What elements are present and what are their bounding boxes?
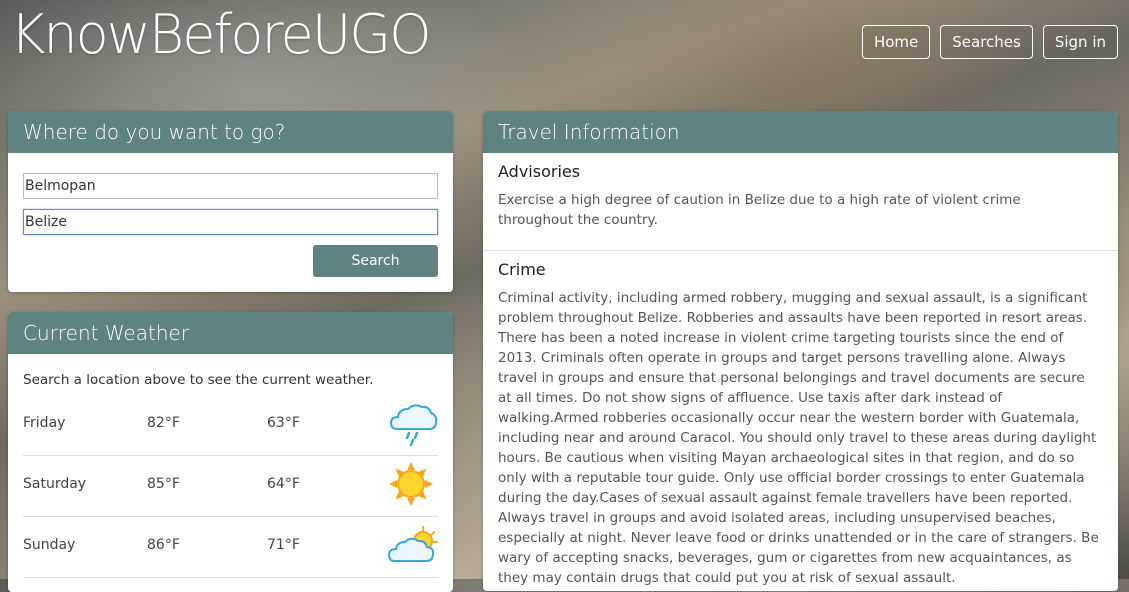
weather-panel: Current Weather Search a location above … [8,312,453,592]
advisories-heading: Advisories [498,162,581,181]
forecast-row: Friday 82°F 63°F [23,395,438,456]
search-panel: Where do you want to go? Belmopan Belize… [8,111,453,292]
forecast-day: Sunday [23,537,76,553]
forecast-high: 86°F [147,537,180,553]
brand-logo[interactable]: KnowBeforeUGO [10,0,432,70]
section-divider [483,250,1118,251]
top-nav: Home Searches Sign in [861,25,1118,59]
search-panel-title: Where do you want to go? [8,111,453,153]
weather-panel-title: Current Weather [8,312,453,354]
forecast-high: 85°F [147,476,180,492]
forecast-high: 82°F [147,415,180,431]
city-input-value: Belmopan [25,178,96,194]
advisories-text: Exercise a high degree of caution in Bel… [498,192,1021,228]
crime-text: Criminal activity, including armed robbe… [498,290,1099,586]
forecast-low: 71°F [267,537,300,553]
country-input-value: Belize [25,214,67,230]
country-input[interactable]: Belize [23,209,438,235]
searches-button[interactable]: Searches [940,25,1033,59]
forecast-low: 64°F [267,476,300,492]
forecast-day: Friday [23,415,66,431]
forecast-day: Saturday [23,476,87,492]
travel-info-title: Travel Information [483,111,1118,153]
travel-info-panel: Travel Information Advisories Exercise a… [483,111,1118,591]
rain-cloud-icon [389,404,438,447]
forecast-row: Sunday 86°F 71°F [23,517,438,578]
forecast-row: Saturday 85°F 64°F [23,456,438,517]
partly-cloudy-icon [387,526,438,562]
search-button[interactable]: Search [313,245,438,277]
city-input[interactable]: Belmopan [23,173,438,199]
weather-hint: Search a location above to see the curre… [23,372,374,388]
sign-in-button[interactable]: Sign in [1042,25,1118,59]
forecast-low: 63°F [267,415,300,431]
sun-icon [389,462,433,506]
home-button[interactable]: Home [861,25,931,59]
crime-heading: Crime [498,260,546,279]
